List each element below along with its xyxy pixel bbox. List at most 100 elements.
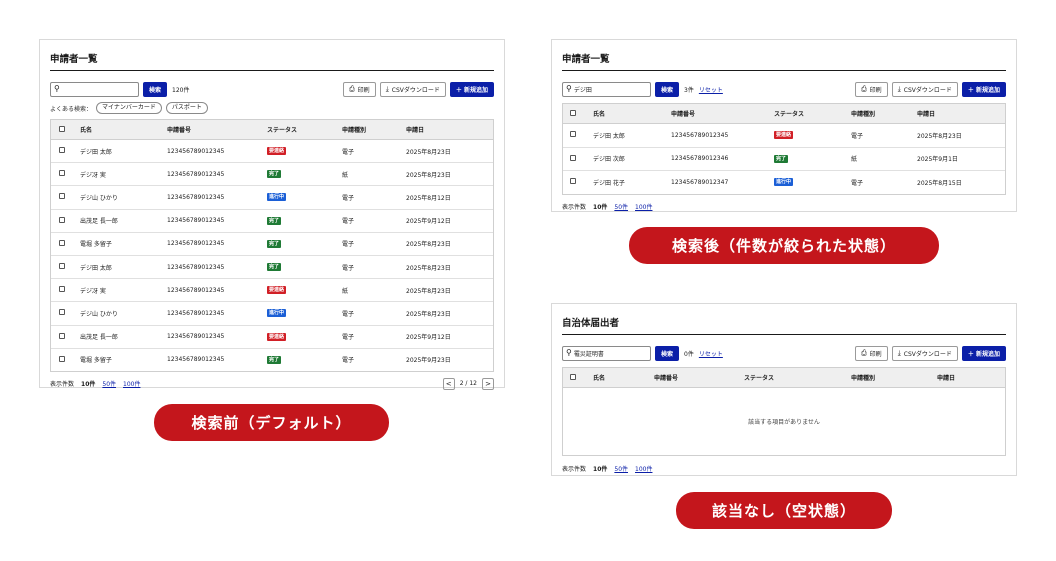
status-cell: 要連絡	[267, 147, 342, 156]
cell-date: 2025年9月12日	[406, 334, 451, 342]
cell-name: デジ冴 実	[80, 287, 106, 295]
select-all-checkbox[interactable]	[570, 373, 576, 380]
row-checkbox[interactable]	[59, 193, 65, 200]
row-checkbox[interactable]	[59, 355, 65, 362]
status-badge: 完了	[267, 170, 282, 179]
toolbar: ⚲ 検索 120件 ⎙ 印刷 ⤓ CSVダウンロード ＋ 新規追加	[50, 81, 494, 97]
cell-date: 2025年8月23日	[917, 132, 962, 140]
search-button[interactable]: 検索	[655, 81, 680, 97]
download-icon: ⤓	[897, 348, 901, 357]
row-checkbox[interactable]	[59, 170, 65, 177]
search-input[interactable]	[571, 349, 644, 357]
csv-download-button[interactable]: ⤓ CSVダウンロード	[891, 345, 958, 361]
table-footer: 表示件数 10件 50件 100件	[562, 462, 1006, 474]
cell-name: デジ田 次郎	[593, 156, 625, 164]
status-badge: 完了	[267, 216, 282, 225]
add-new-button[interactable]: ＋ 新規追加	[961, 345, 1006, 361]
page-size-current[interactable]: 10件	[81, 379, 95, 388]
frequent-searches: よくある検索： マイナンバーカード パスポート	[50, 102, 494, 114]
row-checkbox[interactable]	[59, 263, 65, 270]
csv-download-button[interactable]: ⤓ CSVダウンロード	[379, 81, 446, 97]
search-button[interactable]: 検索	[655, 345, 680, 361]
cell-type: 電子	[342, 148, 355, 156]
panel-title: 申請者一覧	[562, 51, 1006, 71]
table-footer: 表示件数 10件 50件 100件 < 2 / 12 >	[50, 377, 494, 390]
col-type: 申請種別	[851, 375, 876, 382]
caption-before: 検索前（デフォルト）	[154, 404, 389, 441]
table-row: デジ山 ひかり 123456789012345 進行中 電子 2025年8月23日	[51, 302, 493, 326]
reset-link[interactable]: リセット	[699, 349, 723, 358]
cell-id: 123456789012345	[167, 240, 225, 248]
table-row: デジ山 ひかり 123456789012345 進行中 電子 2025年8月12日	[51, 186, 493, 210]
page-size-50[interactable]: 50件	[614, 464, 628, 473]
page-size-50[interactable]: 50件	[102, 379, 116, 388]
cell-type: 電子	[851, 179, 864, 187]
select-all-checkbox[interactable]	[59, 125, 65, 132]
chevron-right-icon[interactable]: >	[482, 377, 494, 390]
chip-passport[interactable]: パスポート	[165, 102, 208, 114]
cell-id: 123456789012345	[167, 170, 225, 178]
col-id: 申請番号	[167, 127, 192, 134]
search-input[interactable]	[571, 85, 644, 93]
search-field[interactable]: ⚲	[562, 81, 651, 97]
cell-id: 123456789012345	[167, 356, 225, 364]
pagination: < 2 / 12 >	[442, 377, 494, 390]
status-cell: 完了	[267, 239, 342, 248]
cell-date: 2025年8月23日	[406, 171, 451, 179]
panel-empty-state: 自治体届出者 ⚲ 検索 0件 リセット ⎙ 印刷 ⤓ CSVダウンロード ＋ 新…	[551, 303, 1017, 476]
print-label: 印刷	[869, 350, 882, 358]
row-checkbox[interactable]	[59, 147, 65, 154]
search-field[interactable]: ⚲	[562, 345, 651, 361]
cell-name: デジ田 太郎	[80, 264, 112, 272]
page-size-50[interactable]: 50件	[614, 202, 628, 211]
col-status: ステータス	[267, 127, 298, 134]
page-size-100[interactable]: 100件	[123, 379, 140, 388]
print-button[interactable]: ⎙ 印刷	[855, 81, 888, 97]
panel-title: 自治体届出者	[562, 315, 1006, 335]
status-badge: 進行中	[774, 178, 794, 187]
page-size-100[interactable]: 100件	[635, 202, 652, 211]
status-badge: 完了	[267, 239, 282, 248]
frequent-searches-label: よくある検索：	[50, 105, 93, 113]
status-cell: 要連絡	[267, 286, 342, 295]
csv-label: CSVダウンロード	[391, 86, 440, 94]
page-size-current[interactable]: 10件	[593, 464, 607, 473]
row-checkbox[interactable]	[59, 239, 65, 246]
status-badge: 要連絡	[267, 147, 287, 156]
chip-mynumber[interactable]: マイナンバーカード	[96, 102, 162, 114]
row-checkbox[interactable]	[59, 216, 65, 223]
search-button[interactable]: 検索	[143, 81, 168, 97]
status-badge: 要連絡	[267, 286, 287, 295]
status-badge: 進行中	[267, 193, 287, 202]
page-size-100[interactable]: 100件	[635, 464, 652, 473]
reset-link[interactable]: リセット	[699, 85, 723, 94]
select-all-checkbox[interactable]	[570, 109, 576, 116]
row-checkbox[interactable]	[570, 154, 576, 161]
row-checkbox[interactable]	[59, 286, 65, 293]
page-size-current[interactable]: 10件	[593, 202, 607, 211]
col-date: 申請日	[406, 127, 425, 134]
add-new-button[interactable]: ＋ 新規追加	[449, 81, 494, 97]
status-cell: 完了	[267, 355, 342, 364]
printer-icon: ⎙	[861, 84, 867, 93]
search-field[interactable]: ⚲	[50, 81, 139, 97]
col-date: 申請日	[917, 111, 936, 118]
csv-label: CSVダウンロード	[903, 86, 952, 94]
cell-type: 電子	[342, 194, 355, 202]
table-row: 出茂足 長一郎 123456789012345 要連絡 電子 2025年9月12日	[51, 326, 493, 349]
download-icon: ⤓	[897, 84, 901, 93]
add-new-button[interactable]: ＋ 新規追加	[961, 81, 1006, 97]
csv-download-button[interactable]: ⤓ CSVダウンロード	[891, 81, 958, 97]
print-button[interactable]: ⎙ 印刷	[855, 345, 888, 361]
status-cell: 完了	[267, 263, 342, 272]
status-badge: 完了	[267, 355, 282, 364]
status-cell: 完了	[774, 154, 851, 163]
row-checkbox[interactable]	[59, 332, 65, 339]
row-checkbox[interactable]	[570, 131, 576, 138]
search-input[interactable]	[59, 85, 132, 93]
print-button[interactable]: ⎙ 印刷	[343, 81, 376, 97]
row-checkbox[interactable]	[570, 178, 576, 185]
chevron-left-icon[interactable]: <	[442, 377, 455, 390]
row-checkbox[interactable]	[59, 309, 65, 316]
col-name: 氏名	[80, 127, 93, 134]
